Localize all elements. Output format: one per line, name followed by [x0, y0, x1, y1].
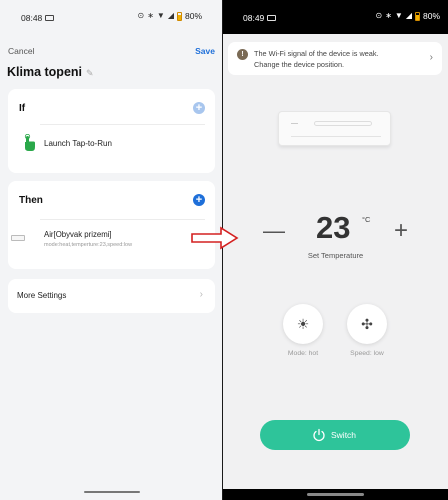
warning-icon: !: [237, 49, 248, 60]
scene-title[interactable]: Klima topeni ✎: [7, 65, 94, 79]
tap-hand-icon: [24, 134, 35, 151]
increase-temperature-button[interactable]: +: [394, 219, 408, 243]
temperature-value: 23: [316, 210, 351, 245]
signal-icon: ◢: [167, 11, 174, 20]
scene-editor-screen: 08:48 ⊙ ∗ ▼ ◢ 80% Cancel Save Klima tope…: [0, 0, 222, 500]
screen-cast-icon: [267, 14, 277, 21]
more-settings-label: More Settings: [17, 291, 67, 300]
status-icons: ⊙ ∗ ▼ ◢ 80%: [376, 11, 441, 21]
launch-tap-to-run-label[interactable]: Launch Tap-to-Run: [44, 139, 112, 148]
signal-icon: ◢: [405, 11, 412, 20]
then-card: Then + Air[Obyvak prizemi] mode:heat,tem…: [8, 181, 215, 269]
set-temperature-label: Set Temperature: [307, 251, 364, 260]
status-icons: ⊙ ∗ ▼ ◢ 80%: [138, 11, 203, 21]
divider: [40, 219, 205, 220]
alarm-icon: ⊙: [375, 11, 383, 20]
mode-label: Mode: hot: [287, 350, 319, 357]
bluetooth-icon: ∗: [385, 11, 392, 20]
battery-percent: 80%: [184, 11, 202, 21]
divider: [40, 124, 205, 125]
power-icon: [313, 428, 325, 442]
temperature-unit: °C: [362, 215, 371, 224]
navigation-bar: [223, 489, 448, 500]
add-condition-icon[interactable]: +: [193, 102, 205, 114]
battery-icon: [414, 11, 420, 21]
speed-label: Speed: low: [350, 350, 384, 357]
cancel-button[interactable]: Cancel: [8, 46, 34, 56]
air-conditioner-image: [278, 111, 391, 146]
more-settings-row[interactable]: More Settings ›: [8, 279, 215, 313]
sun-icon: ☀: [296, 316, 310, 332]
home-indicator: [84, 490, 140, 493]
mode-button[interactable]: ☀: [283, 304, 323, 344]
action-device-detail: mode:heat,temperture:23,speed:low: [44, 242, 133, 248]
status-time: 08:49: [243, 13, 277, 23]
power-switch-button[interactable]: Switch: [260, 420, 410, 450]
status-bar: 08:49 ⊙ ∗ ▼ ◢ 80%: [223, 0, 448, 34]
status-bar: 08:48 ⊙ ∗ ▼ ◢ 80%: [0, 0, 222, 34]
chevron-right-icon: ›: [429, 52, 433, 63]
battery-percent: 80%: [422, 11, 440, 21]
alarm-icon: ⊙: [137, 11, 145, 20]
status-time: 08:48: [21, 13, 55, 23]
scene-title-text: Klima topeni: [7, 65, 83, 79]
then-heading: Then: [19, 195, 43, 206]
wifi-icon: ▼: [156, 11, 165, 20]
switch-label: Switch: [331, 430, 357, 440]
device-control-screen: 08:49 ⊙ ∗ ▼ ◢ 80% ! The Wi-Fi signal of …: [223, 0, 448, 500]
action-device-name[interactable]: Air[Obyvak prizemi]: [44, 230, 112, 239]
chevron-right-icon: ›: [199, 289, 203, 300]
screenshot-root: 08:48 ⊙ ∗ ▼ ◢ 80% Cancel Save Klima tope…: [0, 0, 448, 500]
red-arrow-annotation: [191, 226, 239, 250]
wifi-warning-line1: The Wi-Fi signal of the device is weak.: [254, 49, 379, 58]
edit-pencil-icon[interactable]: ✎: [86, 68, 94, 79]
fan-speed-button[interactable]: ✣: [347, 304, 387, 344]
save-button[interactable]: Save: [195, 46, 215, 56]
wifi-icon: ▼: [394, 11, 403, 20]
bluetooth-icon: ∗: [147, 11, 154, 20]
battery-icon: [176, 11, 182, 21]
home-indicator: [307, 493, 364, 496]
wifi-warning-line2: Change the device position.: [254, 60, 345, 69]
screen-cast-icon: [45, 14, 55, 21]
air-conditioner-icon: [11, 235, 25, 241]
wifi-warning-banner[interactable]: ! The Wi-Fi signal of the device is weak…: [228, 42, 442, 75]
if-heading: If: [19, 103, 26, 114]
if-card: If + Launch Tap-to-Run: [8, 89, 215, 173]
decrease-temperature-button[interactable]: —: [263, 220, 285, 242]
add-action-icon[interactable]: +: [193, 194, 205, 206]
fan-icon: ✣: [361, 316, 373, 332]
